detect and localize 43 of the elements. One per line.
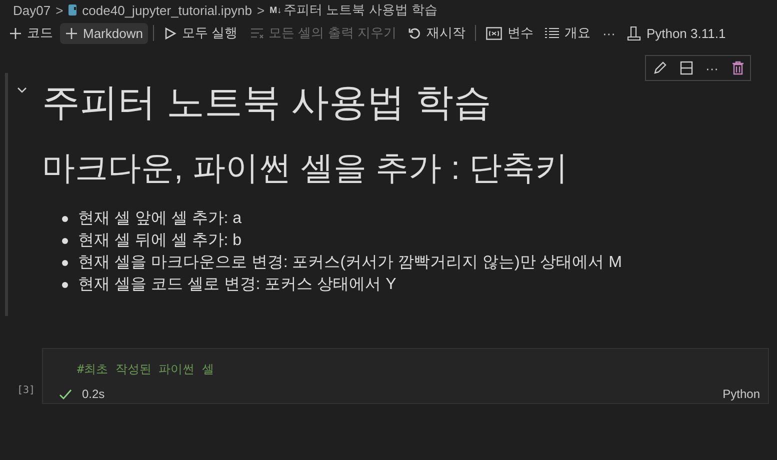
trash-icon[interactable] [732, 61, 744, 75]
pencil-icon[interactable] [652, 61, 666, 75]
bullet-icon [62, 238, 68, 244]
bullet-text: 현재 셀을 마크다운으로 변경: 포커스(커서가 깜빡거리지 않는)만 상태에서 M [78, 253, 622, 273]
collapse-chevron-icon[interactable] [17, 86, 27, 94]
breadcrumb-section[interactable]: 주피터 노트북 사용법 학습 [284, 1, 438, 19]
toolbar-variables-button[interactable]: 변수 [481, 21, 538, 45]
list-icon [545, 27, 560, 39]
split-cell-icon[interactable] [680, 61, 692, 75]
more-actions-button[interactable]: ··· [706, 60, 718, 76]
execution-time: 0.2s [82, 387, 105, 401]
bullet-text: 현재 셀을 코드 셀로 변경: 포커스 상태에서 Y [78, 275, 396, 295]
notebook-file-icon [68, 4, 78, 16]
toolbar-more-button[interactable]: ··· [597, 22, 620, 44]
cell-language[interactable]: Python [722, 387, 760, 401]
code-cell[interactable]: #최초 작성된 파이썬 셀 0.2s Python [42, 348, 769, 404]
plus-icon [9, 26, 22, 40]
clear-outputs-icon [250, 27, 264, 39]
breadcrumb-separator: > [257, 2, 265, 18]
code-line: #최초 작성된 파이썬 셀 [76, 361, 215, 378]
toolbar-plus-button[interactable]: Markdown [60, 22, 148, 44]
breadcrumb-file[interactable]: code40_jupyter_tutorial.ipynb [82, 2, 252, 18]
heading-one: 주피터 노트북 사용법 학습 [42, 81, 493, 126]
bullet-text: 현재 셀 뒤에 셀 추가: b [78, 231, 242, 251]
toolbar-plus-button[interactable]: 코드 [4, 21, 58, 45]
toolbar-restart-button[interactable]: 재시작 [403, 21, 470, 45]
bullet-icon [62, 260, 68, 266]
toolbar-kernel-button[interactable]: Python 3.11.1 [622, 22, 731, 44]
play-icon [164, 26, 177, 40]
heading-two: 마크다운, 파이썬 셀을 추가 : 단축키 [42, 148, 570, 188]
markdown-marker: M↓ [270, 5, 282, 15]
bullet-text: 현재 셀 앞에 셀 추가: a [78, 209, 242, 229]
bullet-icon [62, 216, 68, 222]
execution-count: [3] [16, 385, 36, 398]
variables-icon [486, 26, 502, 40]
kernel-icon [627, 26, 642, 40]
breadcrumb-folder[interactable]: Day07 [13, 2, 51, 18]
toolbar-run-button[interactable]: 모두 실행 [158, 21, 243, 45]
plus-icon [65, 26, 78, 40]
bullet-icon [62, 282, 68, 288]
toolbar-outline-button[interactable]: 개요 [540, 21, 596, 45]
breadcrumb-separator: > [56, 2, 64, 18]
restart-icon [408, 26, 422, 40]
